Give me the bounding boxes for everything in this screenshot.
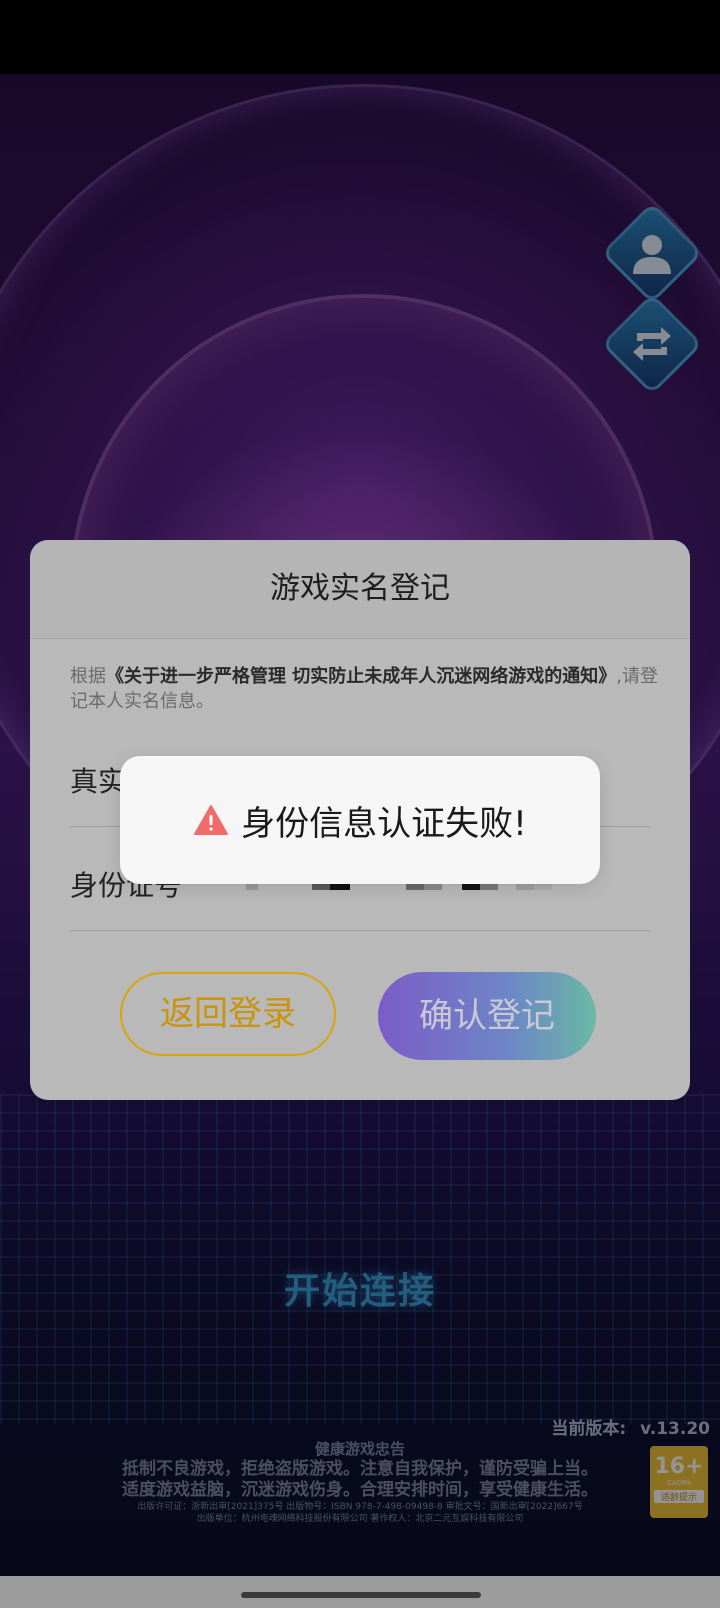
status-bar (0, 0, 720, 74)
dialog-title: 游戏实名登记 (30, 540, 690, 639)
warning-icon (194, 805, 229, 835)
dialog-notice: 根据《关于进一步严格管理 切实防止未成年人沉迷网络游戏的通知》,请登记本人实名信… (70, 664, 670, 714)
error-toast: 身份信息认证失败! (120, 756, 600, 884)
notice-prefix: 根据 (70, 666, 106, 687)
home-gesture-handle[interactable] (241, 1592, 481, 1598)
back-to-login-button[interactable]: 返回登录 (120, 972, 336, 1056)
notice-law: 《关于进一步严格管理 切实防止未成年人沉迷网络游戏的通知》 (106, 666, 617, 687)
toast-message: 身份信息认证失败! (241, 803, 527, 844)
confirm-register-button[interactable]: 确认登记 (378, 972, 596, 1060)
